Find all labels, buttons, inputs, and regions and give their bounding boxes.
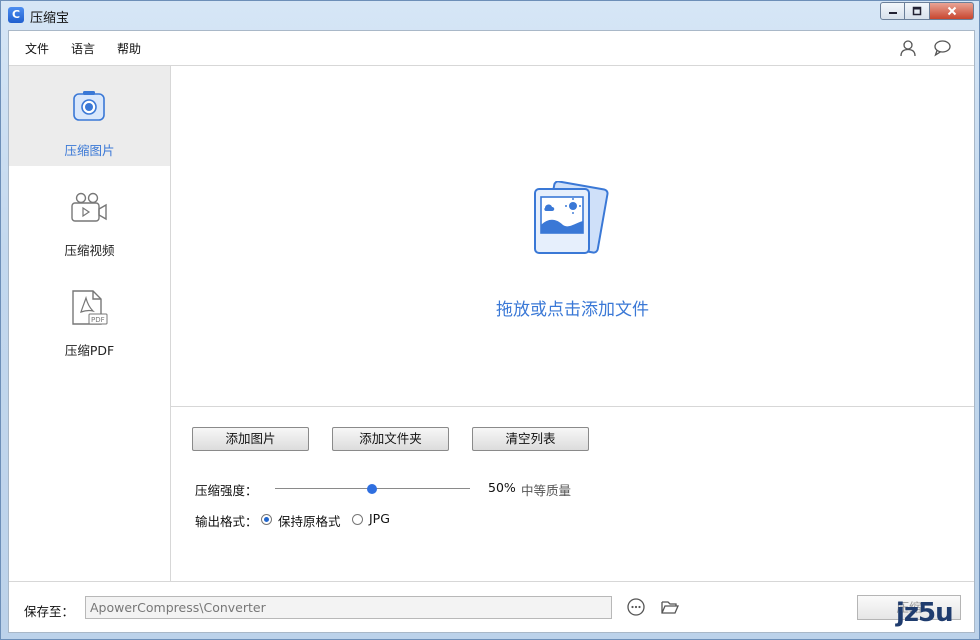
- close-icon: [947, 6, 956, 16]
- save-to-label: 保存至：: [24, 604, 75, 619]
- folder-open-icon[interactable]: [660, 597, 680, 617]
- window-controls: [880, 2, 974, 21]
- sidebar-item-label: 压缩视频: [64, 243, 115, 258]
- svg-text:PDF: PDF: [91, 316, 105, 324]
- radio-jpg[interactable]: [352, 514, 363, 525]
- watermark-text: jz5u: [896, 598, 954, 628]
- add-images-button[interactable]: 添加图片: [192, 427, 309, 451]
- close-button[interactable]: [930, 2, 974, 20]
- menu-bar: 文件 语言 帮助: [9, 31, 974, 66]
- radio-keep-format-label[interactable]: 保持原格式: [278, 511, 341, 530]
- pdf-file-icon: PDF: [72, 290, 108, 325]
- menu-help[interactable]: 帮助: [117, 40, 141, 57]
- window-title: 压缩宝: [30, 11, 70, 26]
- sidebar-item-label: 压缩PDF: [64, 343, 115, 358]
- sidebar-item-compress-pdf[interactable]: PDF 压缩PDF: [9, 266, 170, 366]
- compression-strength-label: 压缩强度：: [195, 483, 258, 498]
- compression-quality-text: 中等质量: [521, 483, 572, 498]
- client-area: 文件 语言 帮助 压缩图片 压缩视频 PDF 压缩PDF 拖放或点击添加文件 添…: [8, 30, 975, 633]
- image-camera-icon: [73, 91, 105, 121]
- compression-percent: 50%: [488, 480, 516, 495]
- minimize-icon: [888, 12, 897, 14]
- top-right-icons: [898, 38, 952, 58]
- drop-hint-text: 拖放或点击添加文件: [496, 300, 649, 320]
- footer-bar: 保存至： 压缩: [9, 581, 974, 632]
- clear-list-button[interactable]: 清空列表: [472, 427, 589, 451]
- app-logo-icon: C: [8, 7, 24, 23]
- output-format-label: 输出格式：: [195, 514, 258, 529]
- menu-file[interactable]: 文件: [25, 40, 49, 57]
- user-icon[interactable]: [898, 38, 918, 58]
- minimize-button[interactable]: [880, 2, 905, 20]
- sidebar: 压缩图片 压缩视频 PDF 压缩PDF: [9, 66, 171, 581]
- chat-bubble-icon[interactable]: [932, 38, 952, 58]
- add-folder-button[interactable]: 添加文件夹: [332, 427, 449, 451]
- radio-keep-format[interactable]: [261, 514, 272, 525]
- ellipsis-circle-icon[interactable]: [626, 597, 646, 617]
- sidebar-item-compress-video[interactable]: 压缩视频: [9, 166, 170, 266]
- app-window: C 压缩宝 文件 语言 帮助 压缩图片 压缩视频 PDF 压缩PDF 拖放或点击…: [0, 0, 980, 640]
- title-bar: C 压缩宝: [1, 1, 979, 27]
- menu-language[interactable]: 语言: [71, 40, 95, 57]
- output-path-input[interactable]: [85, 596, 612, 619]
- compression-controls: 添加图片 添加文件夹 清空列表 压缩强度： 50% 中等质量 输出格式： 保持原…: [171, 407, 974, 581]
- maximize-icon: [912, 6, 922, 16]
- sidebar-item-label: 压缩图片: [64, 143, 115, 158]
- maximize-button[interactable]: [905, 2, 930, 20]
- video-camera-icon: [71, 192, 107, 222]
- radio-jpg-label[interactable]: JPG: [369, 511, 390, 526]
- watermark-logo: jz5u: [896, 598, 954, 628]
- file-drop-zone[interactable]: 拖放或点击添加文件: [171, 66, 974, 407]
- photos-stack-icon: [534, 181, 609, 254]
- sidebar-item-compress-image[interactable]: 压缩图片: [9, 66, 170, 166]
- compression-slider-thumb[interactable]: [367, 484, 377, 494]
